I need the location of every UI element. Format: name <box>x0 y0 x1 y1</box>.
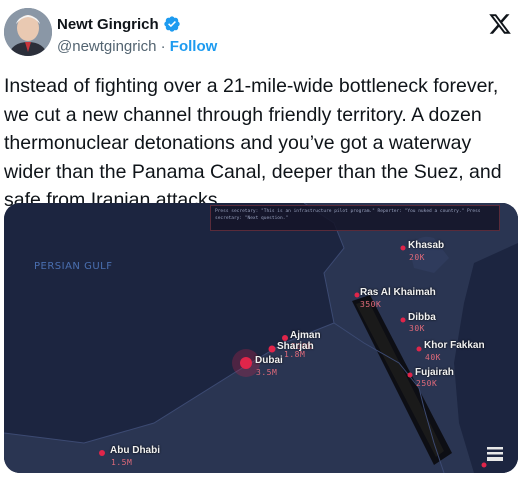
avatar[interactable] <box>4 8 52 56</box>
city-pop-abu-dhabi: 1.5M <box>111 458 133 467</box>
city-pop-ras-al-khaimah: 350K <box>360 300 382 309</box>
sea-label: PERSIAN GULF <box>34 261 113 272</box>
city-pop-dibba: 30K <box>409 324 425 333</box>
tweet-header: Newt Gingrich @newtgingrich · Follow <box>0 0 522 66</box>
x-logo-icon[interactable] <box>488 12 512 36</box>
city-label-khor-fakkan: Khor Fakkan <box>424 340 485 351</box>
city-pop-khor-fakkan: 40K <box>425 353 441 362</box>
city-label-dibba: Dibba <box>408 312 436 323</box>
author-name[interactable]: Newt Gingrich <box>57 16 159 33</box>
city-label-abu-dhabi: Abu Dhabi <box>110 445 160 456</box>
author-handle[interactable]: @newtgingrich <box>57 38 156 55</box>
city-label-fujairah: Fujairah <box>415 367 454 378</box>
map-caption: Press secretary: "This is an infrastruct… <box>210 205 500 231</box>
city-pop-sharjah: 1.8M <box>284 350 306 359</box>
city-pop-fujairah: 250K <box>416 379 438 388</box>
city-label-khasab: Khasab <box>408 240 445 251</box>
city-label-ras-al-khaimah: Ras Al Khaimah <box>360 287 436 298</box>
handle-separator: · <box>156 38 170 55</box>
layers-icon[interactable] <box>484 443 506 465</box>
tweet-media-map[interactable]: Press secretary: "This is an infrastruct… <box>4 203 518 473</box>
city-pop-dubai: 3.5M <box>256 368 278 377</box>
city-label-ajman: Ajman <box>290 330 321 341</box>
tweet-text: Instead of fighting over a 21-mile-wide … <box>4 75 502 211</box>
follow-button[interactable]: Follow <box>170 38 218 55</box>
city-label-dubai: Dubai <box>255 355 283 366</box>
verified-badge-icon <box>164 16 180 32</box>
city-pop-khasab: 20K <box>409 253 425 262</box>
